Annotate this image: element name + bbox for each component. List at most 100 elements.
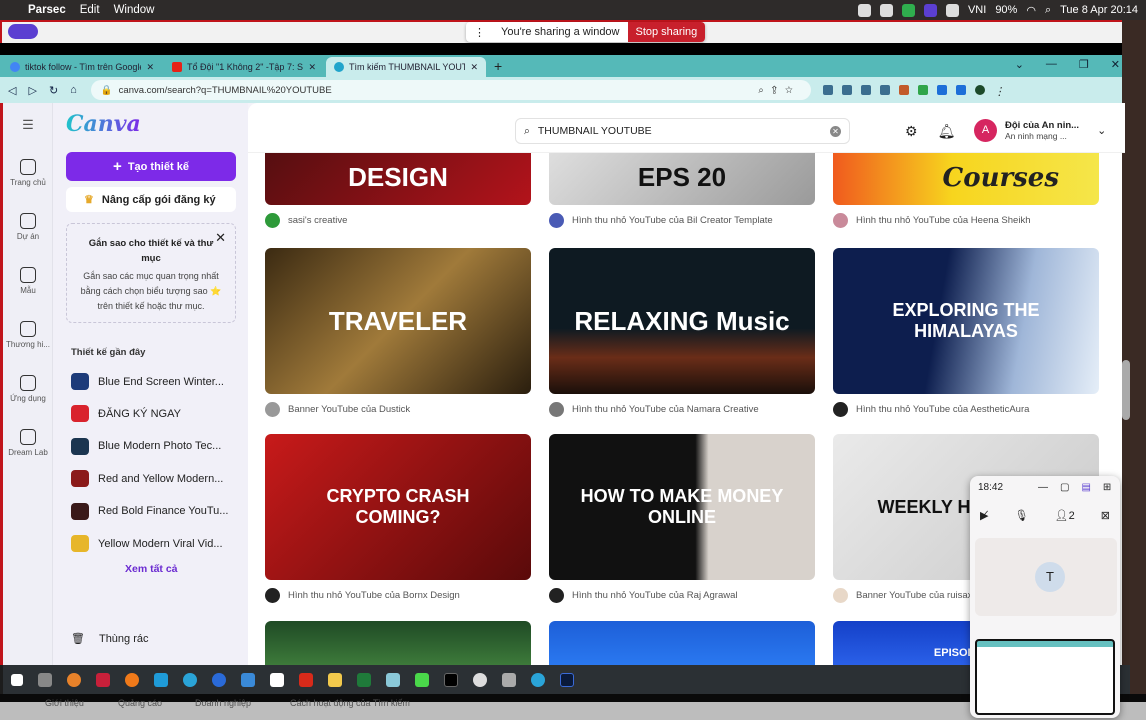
upgrade-button[interactable]: ♛Nâng cấp gói đăng ký <box>66 187 236 212</box>
excel-icon[interactable] <box>357 673 371 687</box>
new-tab-button[interactable]: + <box>494 58 502 74</box>
template-thumbnail[interactable]: EXPLORING THE HIMALAYAS <box>833 248 1099 394</box>
app-icon[interactable] <box>386 673 400 687</box>
browser-tab-active[interactable]: Tìm kiếm THUMBNAIL YOUTUBE✕ <box>326 57 486 77</box>
app-icon[interactable] <box>183 673 197 687</box>
app-icon[interactable] <box>96 673 110 687</box>
sidepanel-icon[interactable] <box>956 85 966 95</box>
participants-button[interactable]: 👤︎2 <box>1055 509 1075 522</box>
parsec-share-button[interactable] <box>8 24 38 39</box>
browser-tab[interactable]: tiktok follow - Tìm trên Google✕ <box>2 57 162 77</box>
recent-design-item[interactable]: Blue Modern Photo Tec... <box>71 438 221 455</box>
see-all-link[interactable]: Xem tất cả <box>125 563 178 575</box>
card-caption[interactable]: Hình thu nhỏ YouTube của Heena Sheikh <box>856 215 1030 226</box>
card-caption[interactable]: Banner YouTube của ruisaxil <box>856 590 977 601</box>
drag-handle-icon[interactable]: ⋮ <box>466 26 493 39</box>
close-icon[interactable]: ✕ <box>215 230 226 246</box>
recent-design-item[interactable]: Red and Yellow Modern... <box>71 470 223 487</box>
microphone-icon[interactable]: 🎙︎ <box>1015 509 1029 522</box>
start-icon[interactable] <box>11 674 23 686</box>
extension-icon[interactable] <box>823 85 833 95</box>
template-thumbnail[interactable] <box>549 621 815 665</box>
template-card[interactable]: RELAXING Music Hình thu nhỏ YouTube của N… <box>549 248 815 417</box>
reload-icon[interactable]: ↻ <box>49 84 58 97</box>
card-caption[interactable]: Hình thu nhỏ YouTube của Namara Creative <box>572 404 759 415</box>
template-card[interactable] <box>549 621 815 665</box>
template-card[interactable] <box>265 621 531 665</box>
p-app-icon[interactable] <box>270 673 284 687</box>
minimize-icon[interactable]: — <box>1046 58 1057 71</box>
menu-window[interactable]: Window <box>114 4 155 16</box>
template-card[interactable]: HOW TO MAKE MONEY ONLINE Hình thu nhỏ You… <box>549 434 815 603</box>
terminal-icon[interactable] <box>444 673 458 687</box>
app-icon[interactable] <box>299 673 313 687</box>
n-app-icon[interactable] <box>902 4 915 17</box>
minimize-icon[interactable]: — <box>1038 482 1048 493</box>
menu-app-parsec[interactable]: Parsec <box>28 4 66 16</box>
card-caption[interactable]: Banner YouTube của Dustick <box>288 404 410 415</box>
extension-icon[interactable] <box>842 85 852 95</box>
close-tab-icon[interactable]: ✕ <box>146 62 154 73</box>
rail-apps[interactable]: Ứng dụng <box>3 375 53 403</box>
wifi-icon[interactable]: ◠ <box>1026 4 1036 17</box>
rail-projects[interactable]: Dự án <box>3 213 53 241</box>
card-caption[interactable]: sasi's creative <box>288 215 347 226</box>
photoshop-icon[interactable] <box>560 673 574 687</box>
search-icon[interactable]: ⌕ <box>1045 4 1051 17</box>
gear-icon[interactable]: ⚙ <box>905 123 918 140</box>
account-switcher[interactable]: AĐội của An nin...An ninh mạng ...⌄ <box>974 119 1106 142</box>
grid-icon[interactable] <box>858 4 871 17</box>
zoom-share-bookmark-icons[interactable]: ⌕⇪☆ <box>758 85 800 96</box>
camera-off-icon[interactable]: ▶̸ <box>980 509 988 522</box>
close-tab-icon[interactable]: ✕ <box>308 62 316 73</box>
profile-icon[interactable] <box>975 85 985 95</box>
card-caption[interactable]: Hình thu nhỏ YouTube của Bornx Design <box>288 590 460 601</box>
parsec-icon[interactable] <box>924 4 937 17</box>
template-thumbnail[interactable]: CRYPTO CRASH COMING? <box>265 434 531 580</box>
settings-icon[interactable] <box>473 673 487 687</box>
app-icon[interactable] <box>502 673 516 687</box>
tab-list-icon[interactable]: ⌄ <box>1015 58 1024 71</box>
skype-icon[interactable] <box>531 673 545 687</box>
close-window-icon[interactable]: ✕ <box>1111 58 1120 71</box>
menu-icon[interactable]: ⋮ <box>994 85 998 95</box>
chrome-icon[interactable] <box>212 673 226 687</box>
clear-search-icon[interactable]: ✕ <box>830 126 841 137</box>
screen-share-preview[interactable] <box>975 639 1115 715</box>
template-thumbnail[interactable]: HOW TO MAKE MONEY ONLINE <box>549 434 815 580</box>
bell-icon[interactable]: 🔔︎ <box>938 123 956 140</box>
close-tab-icon[interactable]: ✕ <box>470 62 478 73</box>
app-icon[interactable] <box>241 673 255 687</box>
home-icon[interactable]: ⌂ <box>70 84 77 97</box>
rail-home[interactable]: Trang chủ <box>3 159 53 187</box>
card-caption[interactable]: Hình thu nhỏ YouTube của Bil Creator Tem… <box>572 215 773 226</box>
clock[interactable]: Tue 8 Apr 20:14 <box>1060 4 1138 16</box>
firefox-icon[interactable] <box>125 673 139 687</box>
card-caption[interactable]: Hình thu nhỏ YouTube của AestheticAura <box>856 404 1029 415</box>
battery-text[interactable]: 90% <box>995 4 1017 16</box>
create-design-button[interactable]: +Tạo thiết kế <box>66 152 236 181</box>
template-thumbnail[interactable] <box>265 621 531 665</box>
card-caption[interactable]: Hình thu nhỏ YouTube của Raj Agrawal <box>572 590 738 601</box>
end-call-icon[interactable]: ⊠ <box>1101 509 1110 522</box>
extension-icon[interactable] <box>861 85 871 95</box>
extension-icon[interactable] <box>899 85 909 95</box>
window-icon[interactable]: ▢ <box>1060 482 1069 493</box>
recent-design-item[interactable]: Blue End Screen Winter... <box>71 373 224 390</box>
app-icon[interactable] <box>154 673 168 687</box>
app-icon[interactable] <box>415 673 429 687</box>
extension-icon[interactable] <box>880 85 890 95</box>
search-app-icon[interactable] <box>67 673 81 687</box>
taskview-icon[interactable] <box>38 673 52 687</box>
template-card[interactable]: EXPLORING THE HIMALAYAS Hình thu nhỏ YouT… <box>833 248 1099 417</box>
puzzle-icon[interactable] <box>937 85 947 95</box>
template-thumbnail[interactable]: RELAXING Music <box>549 248 815 394</box>
canva-logo[interactable]: Canva <box>66 111 141 137</box>
stop-sharing-button[interactable]: Stop sharing <box>628 22 706 42</box>
search-input[interactable]: ⌕THUMBNAIL YOUTUBE✕ <box>515 118 850 144</box>
status-icon[interactable] <box>880 4 893 17</box>
forward-icon[interactable]: ▷ <box>28 84 36 97</box>
recent-design-item[interactable]: Yellow Modern Viral Vid... <box>71 535 223 552</box>
recent-design-item[interactable]: ĐĂNG KÝ NGAY <box>71 405 181 422</box>
folder-icon[interactable] <box>328 673 342 687</box>
